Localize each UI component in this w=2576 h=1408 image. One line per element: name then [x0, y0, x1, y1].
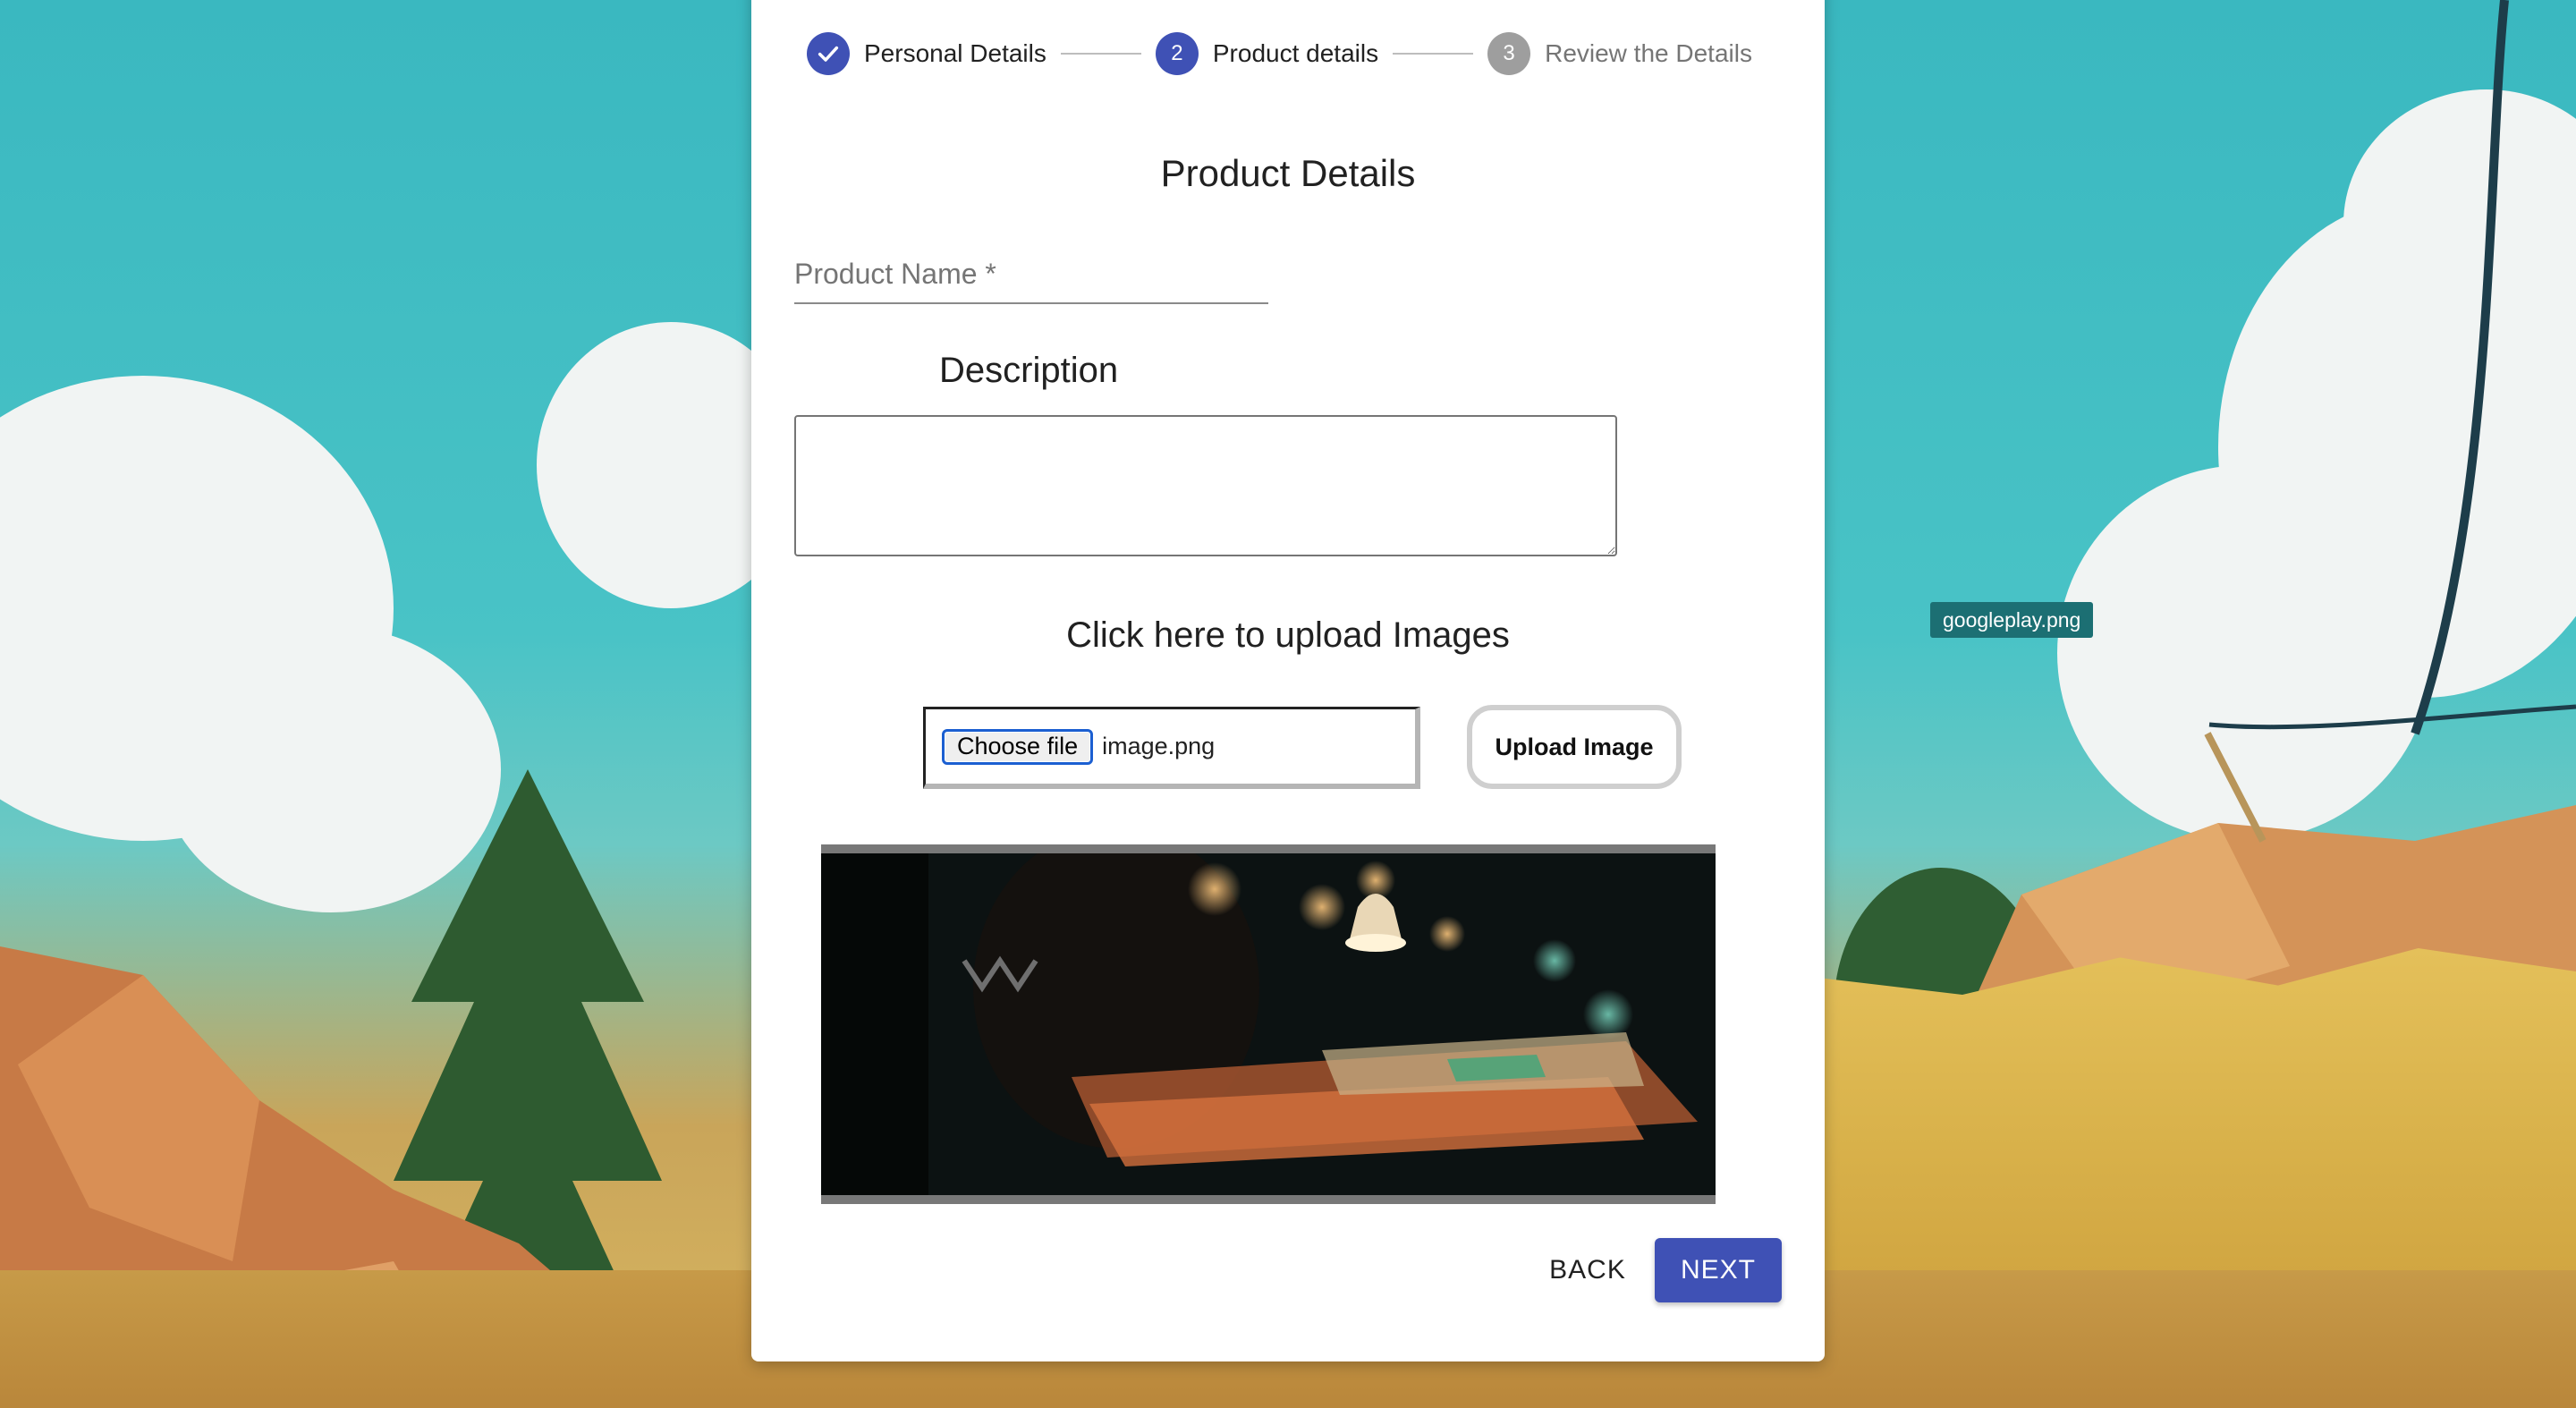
step-label: Product details	[1212, 39, 1379, 67]
step-review-details[interactable]: 3 Review the Details	[1487, 32, 1752, 75]
next-button[interactable]: NEXT	[1655, 1238, 1782, 1302]
step-number-badge: 3	[1487, 32, 1531, 75]
image-preview	[821, 844, 1716, 1204]
back-button[interactable]: BACK	[1530, 1238, 1646, 1302]
upload-image-button[interactable]: Upload Image	[1467, 705, 1682, 789]
step-label: Review the Details	[1545, 39, 1752, 67]
step-connector	[1060, 53, 1141, 55]
product-name-field[interactable]: Product Name *	[794, 250, 1272, 304]
description-label: Description	[939, 351, 1119, 390]
file-input[interactable]: Choose file image.png	[923, 707, 1420, 789]
step-product-details[interactable]: 2 Product details	[1155, 32, 1379, 75]
description-textarea[interactable]	[794, 415, 1617, 556]
product-name-input[interactable]	[794, 250, 1272, 304]
choose-file-button[interactable]: Choose file	[942, 728, 1094, 765]
product-form-card: Personal Details 2 Product details 3 Rev…	[751, 0, 1825, 1361]
step-personal-details[interactable]: Personal Details	[807, 32, 1046, 75]
upload-heading: Click here to upload Images	[1066, 615, 1510, 655]
step-completed-indicator	[807, 32, 850, 75]
desktop-file-label[interactable]: googleplay.png	[1930, 602, 2094, 638]
step-connector	[1393, 53, 1474, 55]
cable-illustration	[2204, 0, 2576, 843]
check-icon	[818, 46, 839, 62]
step-number-badge: 2	[1155, 32, 1199, 75]
desktop-background: googleplay.png Personal Details 2 Produc…	[0, 0, 2576, 1408]
stepper: Personal Details 2 Product details 3 Rev…	[807, 32, 1752, 75]
selected-file-name: image.png	[1102, 733, 1216, 759]
section-title: Product Details	[1160, 152, 1416, 194]
uploaded-image-preview	[821, 853, 1716, 1195]
step-label: Personal Details	[864, 39, 1046, 67]
